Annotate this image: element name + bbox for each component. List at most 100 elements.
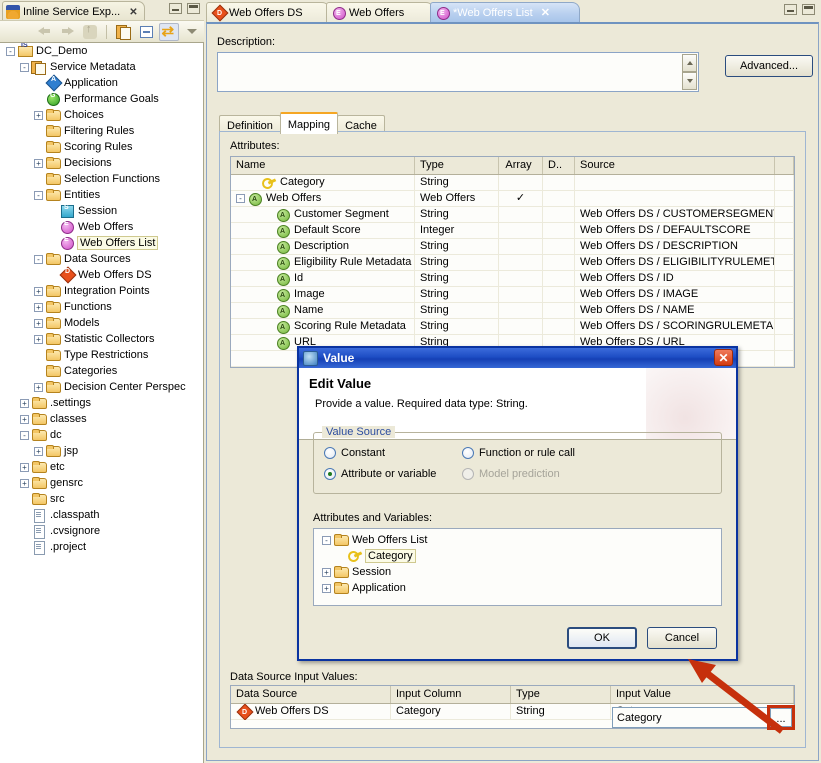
description-input[interactable] <box>217 52 699 92</box>
table-row[interactable]: Image String Web Offers DS / IMAGE <box>231 286 794 303</box>
input-value-browse-button[interactable]: ... <box>770 708 792 727</box>
editor-tab-close-icon[interactable]: ✕ <box>541 7 550 19</box>
tree-item-functions[interactable]: + Functions <box>0 299 203 315</box>
ok-button[interactable]: OK <box>567 627 637 649</box>
dialog-tree-item-application[interactable]: + Application <box>318 580 721 596</box>
table-row[interactable]: Description String Web Offers DS / DESCRIP… <box>231 238 794 255</box>
tree-item-classes[interactable]: + classes <box>0 411 203 427</box>
dsiv-column-header[interactable]: Data Source <box>231 686 391 703</box>
collapse-all-button[interactable] <box>136 23 156 41</box>
collapse-toggle-icon[interactable]: - <box>236 194 245 203</box>
tree-item-etc[interactable]: + etc <box>0 459 203 475</box>
table-row[interactable]: Eligibility Rule MetadataString Web Offer… <box>231 254 794 271</box>
editor-tab-web-offers[interactable]: Web Offers <box>326 2 434 22</box>
tree-item-web-offers-list[interactable]: Web Offers List <box>0 235 203 251</box>
maximize-icon[interactable] <box>187 3 200 14</box>
expand-toggle-icon[interactable]: + <box>322 583 331 593</box>
collapse-toggle-icon[interactable]: - <box>322 535 331 545</box>
dialog-tree-item-session[interactable]: + Session <box>318 564 721 580</box>
tree-item-web-offers-ds[interactable]: Web Offers DS <box>0 267 203 283</box>
attributes-column-header[interactable] <box>775 157 794 174</box>
advanced-button[interactable]: Advanced... <box>725 55 813 77</box>
attributes-column-header[interactable]: Array <box>499 157 543 174</box>
dialog-tree-item-category[interactable]: Category <box>318 548 721 564</box>
table-row[interactable]: -Web OffersWeb Offers✓ <box>231 190 794 207</box>
collapse-toggle-icon[interactable]: - <box>6 46 15 56</box>
editor-maximize-icon[interactable] <box>802 4 815 15</box>
tree-item-cvsignore[interactable]: .cvsignore <box>0 523 203 539</box>
view-tab-inline-service-explorer[interactable]: Inline Service Exp... ✕ <box>2 1 145 20</box>
input-value-editor-cell[interactable]: Category ... <box>612 707 793 728</box>
attributes-table[interactable]: NameTypeArrayD..Source CategoryString-We… <box>230 156 795 368</box>
close-icon[interactable]: ✕ <box>129 7 137 18</box>
tree-item-data-sources[interactable]: - Data Sources <box>0 251 203 267</box>
tab-mapping[interactable]: Mapping <box>279 112 339 134</box>
expand-toggle-icon[interactable]: + <box>34 446 43 456</box>
table-row[interactable]: Id String Web Offers DS / ID <box>231 270 794 287</box>
tree-item-src[interactable]: src <box>0 491 203 507</box>
minimize-icon[interactable] <box>169 3 182 14</box>
tree-item-classpath[interactable]: .classpath <box>0 507 203 523</box>
tree-item-settings[interactable]: + .settings <box>0 395 203 411</box>
expand-toggle-icon[interactable]: + <box>34 302 43 312</box>
tree-item-project[interactable]: .project <box>0 539 203 555</box>
expand-toggle-icon[interactable]: + <box>34 110 43 120</box>
dsiv-column-header[interactable]: Type <box>511 686 611 703</box>
expand-toggle-icon[interactable]: + <box>34 286 43 296</box>
editor-tab-web-offers-list[interactable]: *Web Offers List ✕ <box>430 2 580 22</box>
table-row[interactable]: Scoring Rule Metadata String Web Offers DS… <box>231 318 794 335</box>
tree-item-choices[interactable]: + Choices <box>0 107 203 123</box>
tree-item-decision-center-perspec[interactable]: + Decision Center Perspec <box>0 379 203 395</box>
expand-toggle-icon[interactable]: + <box>20 414 29 424</box>
expand-toggle-icon[interactable]: + <box>34 158 43 168</box>
tree-item-service-metadata[interactable]: - Service Metadata <box>0 59 203 75</box>
attributes-table-body[interactable]: CategoryString-Web OffersWeb Offers✓Cust… <box>231 174 794 367</box>
tree-item-type-restrictions[interactable]: Type Restrictions <box>0 347 203 363</box>
dialog-tree-item-web-offers-list[interactable]: - Web Offers List <box>318 532 721 548</box>
dsiv-column-header[interactable]: Input Column <box>391 686 511 703</box>
table-row[interactable]: Customer Segment String Web Offers DS / CU… <box>231 206 794 223</box>
tree-item-jsp[interactable]: + jsp <box>0 443 203 459</box>
expand-toggle-icon[interactable]: + <box>20 478 29 488</box>
attributes-column-header[interactable]: Name <box>231 157 415 174</box>
tree-item-performance-goals[interactable]: Performance Goals <box>0 91 203 107</box>
dsiv-input-column-cell[interactable]: Category <box>391 703 511 720</box>
expand-toggle-icon[interactable]: + <box>322 567 331 577</box>
editor-tab-web-offers-ds[interactable]: Web Offers DS <box>206 2 330 22</box>
attributes-column-header[interactable]: D.. <box>543 157 575 174</box>
expand-toggle-icon[interactable]: + <box>20 462 29 472</box>
dsiv-column-header[interactable]: Input Value <box>611 686 794 703</box>
dsiv-type-cell[interactable]: String <box>511 703 611 720</box>
tree-item-application[interactable]: Application <box>0 75 203 91</box>
view-menu-button[interactable] <box>182 23 202 41</box>
attributes-column-header[interactable]: Source <box>575 157 775 174</box>
table-row[interactable]: Name String Web Offers DS / NAME <box>231 302 794 319</box>
description-scroll-up[interactable] <box>682 54 697 72</box>
tree-item-session[interactable]: Session <box>0 203 203 219</box>
attributes-and-variables-tree[interactable]: - Web Offers List Category + Session + Applica… <box>313 528 722 606</box>
tree-item-dc[interactable]: - dc <box>0 427 203 443</box>
tree-item-web-offers[interactable]: Web Offers <box>0 219 203 235</box>
tree-item-filtering-rules[interactable]: Filtering Rules <box>0 123 203 139</box>
project-tree[interactable]: -DC_Demo-Service MetadataApplicationPerf… <box>0 42 204 763</box>
tree-item-entities[interactable]: - Entities <box>0 187 203 203</box>
tree-item-statistic-collectors[interactable]: + Statistic Collectors <box>0 331 203 347</box>
tree-item-dc-demo[interactable]: - DC_Demo <box>0 43 203 59</box>
collapse-toggle-icon[interactable]: - <box>20 62 29 72</box>
collapse-toggle-icon[interactable]: - <box>34 254 43 264</box>
collapse-toggle-icon[interactable]: - <box>34 190 43 200</box>
forward-button[interactable] <box>57 23 77 41</box>
expand-toggle-icon[interactable]: + <box>34 382 43 392</box>
table-row[interactable]: Default Score Integer Web Offers DS / DEFA… <box>231 222 794 239</box>
tree-item-selection-functions[interactable]: Selection Functions <box>0 171 203 187</box>
back-button[interactable] <box>34 23 54 41</box>
radio-constant[interactable]: Constant <box>324 447 385 459</box>
cancel-button[interactable]: Cancel <box>647 627 717 649</box>
link-with-editor-button[interactable] <box>159 22 179 41</box>
tree-item-decisions[interactable]: + Decisions <box>0 155 203 171</box>
copy-button[interactable] <box>113 23 133 41</box>
tree-item-models[interactable]: + Models <box>0 315 203 331</box>
radio-function-or-rule-call[interactable]: Function or rule call <box>462 447 575 459</box>
attributes-column-header[interactable]: Type <box>415 157 499 174</box>
expand-toggle-icon[interactable]: + <box>34 334 43 344</box>
